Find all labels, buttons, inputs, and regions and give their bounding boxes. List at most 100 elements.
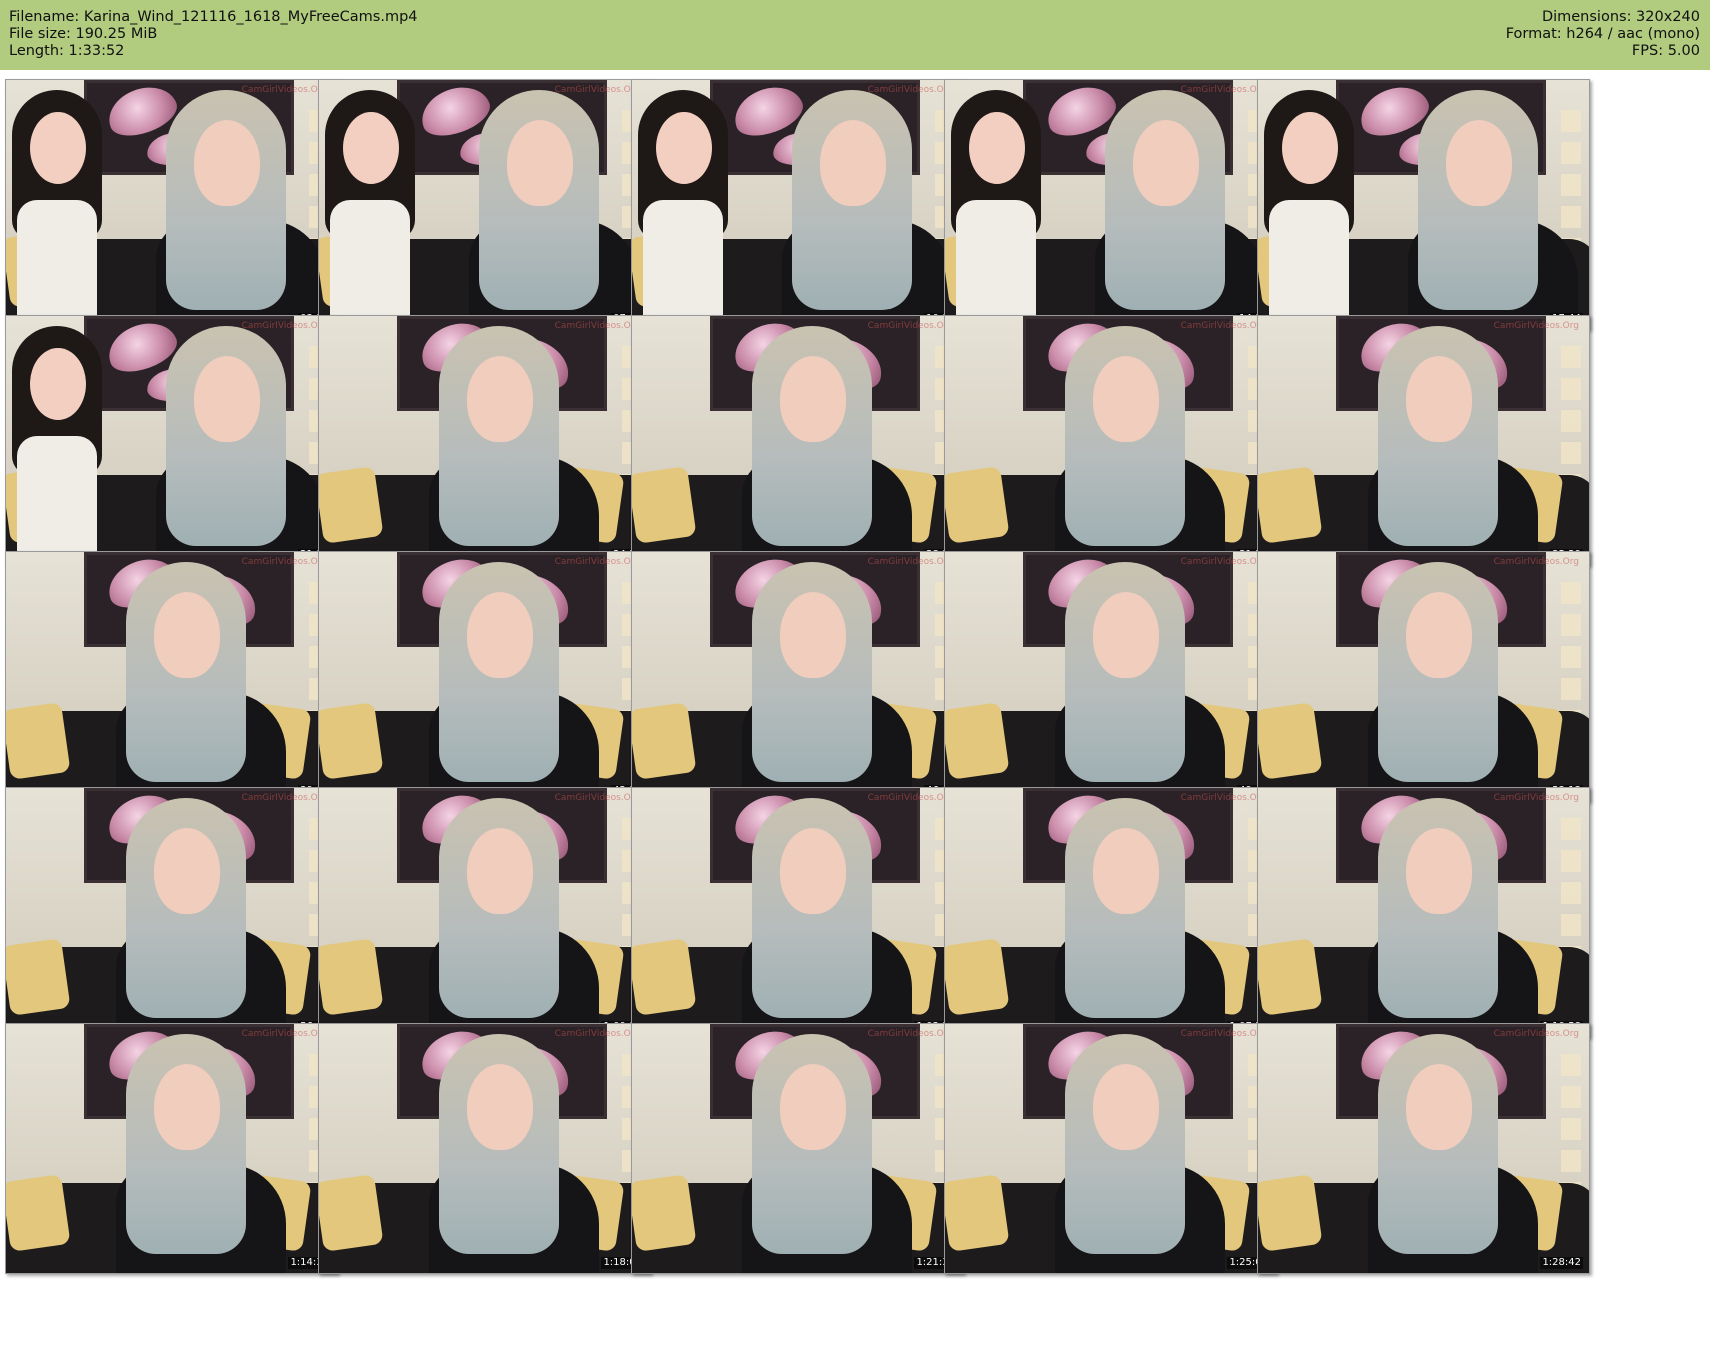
- thumbnail[interactable]: CamGirlVideos.Org35:29: [1257, 315, 1590, 566]
- person: [429, 326, 599, 565]
- second-person: [12, 326, 107, 556]
- watermark-text: CamGirlVideos.Org: [1493, 557, 1579, 567]
- pillow: [945, 1174, 1010, 1252]
- thumbnail[interactable]: CamGirlVideos.Org1:10:58: [1257, 787, 1590, 1038]
- thumbnail[interactable]: CamGirlVideos.Org1:00:19: [318, 787, 651, 1038]
- person: [742, 562, 912, 801]
- thumbnail[interactable]: CamGirlVideos.Org31:56: [944, 315, 1277, 566]
- pillow: [945, 466, 1010, 544]
- pillow: [945, 702, 1010, 780]
- watermark-text: CamGirlVideos.Org: [867, 557, 953, 567]
- pillow: [945, 938, 1010, 1016]
- timestamp-label: 1:28:42: [1540, 1257, 1583, 1269]
- watermark-text: CamGirlVideos.Org: [1180, 321, 1266, 331]
- second-person: [12, 90, 107, 320]
- thumbnail[interactable]: CamGirlVideos.Org07:05: [318, 79, 651, 330]
- watermark-text: CamGirlVideos.Org: [554, 321, 640, 331]
- person: [742, 326, 912, 565]
- thumbnail[interactable]: CamGirlVideos.Org28:23: [631, 315, 964, 566]
- person: [156, 326, 326, 565]
- thumbnail[interactable]: CamGirlVideos.Org 1:28:42: [1257, 1023, 1590, 1274]
- thumbnail[interactable]: CamGirlVideos.Org 1:25:09: [944, 1023, 1277, 1274]
- person: [1368, 562, 1538, 801]
- person: [156, 90, 326, 329]
- watermark-text: CamGirlVideos.Org: [554, 557, 640, 567]
- watermark-text: CamGirlVideos.Org: [1180, 793, 1266, 803]
- pillow: [6, 702, 71, 780]
- lamp-decoration: [1561, 110, 1581, 260]
- person: [116, 1034, 286, 1273]
- watermark-text: CamGirlVideos.Org: [1493, 793, 1579, 803]
- thumbnail[interactable]: 17:44: [1257, 79, 1590, 330]
- lamp-decoration: [1561, 1054, 1581, 1204]
- thumbnail[interactable]: CamGirlVideos.Org49:40: [944, 551, 1277, 802]
- thumbnail-grid: CamGirlVideos.Org03:32CamGirlVideos.Org0…: [0, 0, 1710, 1370]
- pillow: [632, 938, 697, 1016]
- thumbnail[interactable]: CamGirlVideos.Org 1:21:37: [631, 1023, 964, 1274]
- thumbnail[interactable]: CamGirlVideos.Org39:02: [5, 551, 338, 802]
- pillow: [319, 938, 384, 1016]
- watermark-text: CamGirlVideos.Org: [1180, 1029, 1266, 1039]
- thumbnail[interactable]: CamGirlVideos.Org21:17: [5, 315, 338, 566]
- person: [1055, 326, 1225, 565]
- watermark-text: CamGirlVideos.Org: [1493, 1029, 1579, 1039]
- thumbnail[interactable]: CamGirlVideos.Org14:11: [944, 79, 1277, 330]
- watermark-text: CamGirlVideos.Org: [1180, 85, 1266, 95]
- pillow: [632, 1174, 697, 1252]
- second-person: [638, 90, 733, 320]
- person: [116, 562, 286, 801]
- pillow: [632, 702, 697, 780]
- thumbnail[interactable]: CamGirlVideos.Org46:07: [631, 551, 964, 802]
- thumbnail[interactable]: CamGirlVideos.Org03:32: [5, 79, 338, 330]
- watermark-text: CamGirlVideos.Org: [241, 793, 327, 803]
- pillow: [632, 466, 697, 544]
- watermark-text: CamGirlVideos.Org: [241, 85, 327, 95]
- pillow: [319, 1174, 384, 1252]
- watermark-text: CamGirlVideos.Org: [241, 321, 327, 331]
- thumbnail[interactable]: CamGirlVideos.Org42:34: [318, 551, 651, 802]
- watermark-text: CamGirlVideos.Org: [1180, 557, 1266, 567]
- watermark-text: CamGirlVideos.Org: [554, 85, 640, 95]
- pillow: [1258, 938, 1323, 1016]
- pillow: [1258, 702, 1323, 780]
- watermark-text: CamGirlVideos.Org: [554, 1029, 640, 1039]
- second-person: [1264, 90, 1359, 320]
- person: [469, 90, 639, 329]
- second-person: [951, 90, 1046, 320]
- pillow: [319, 466, 384, 544]
- pillow: [6, 938, 71, 1016]
- person: [1055, 562, 1225, 801]
- person: [1368, 326, 1538, 565]
- thumbnail[interactable]: CamGirlVideos.Org 1:18:04: [318, 1023, 651, 1274]
- thumbnail[interactable]: CamGirlVideos.Org10:38: [631, 79, 964, 330]
- watermark-text: CamGirlVideos.Org: [867, 85, 953, 95]
- person: [429, 562, 599, 801]
- lamp-decoration: [1561, 818, 1581, 968]
- watermark-text: CamGirlVideos.Org: [867, 1029, 953, 1039]
- person: [1095, 90, 1265, 329]
- person: [782, 90, 952, 329]
- pillow: [6, 1174, 71, 1252]
- lamp-decoration: [1561, 582, 1581, 732]
- thumbnail[interactable]: CamGirlVideos.Org53:13: [1257, 551, 1590, 802]
- person: [1055, 1034, 1225, 1273]
- watermark-text: CamGirlVideos.Org: [867, 321, 953, 331]
- person: [742, 798, 912, 1037]
- person: [429, 798, 599, 1037]
- person: [429, 1034, 599, 1273]
- watermark-text: CamGirlVideos.Org: [867, 793, 953, 803]
- pillow: [1258, 466, 1323, 544]
- second-person: [325, 90, 420, 320]
- person: [1055, 798, 1225, 1037]
- thumbnail[interactable]: CamGirlVideos.Org 1:14:31: [5, 1023, 338, 1274]
- lamp-decoration: [1561, 346, 1581, 496]
- thumbnail[interactable]: CamGirlVideos.Org24:50: [318, 315, 651, 566]
- person: [1368, 798, 1538, 1037]
- watermark-text: CamGirlVideos.Org: [241, 557, 327, 567]
- watermark-text: CamGirlVideos.Org: [554, 793, 640, 803]
- thumbnail[interactable]: CamGirlVideos.Org56:46: [5, 787, 338, 1038]
- thumbnail[interactable]: CamGirlVideos.Org1:03:52: [631, 787, 964, 1038]
- pillow: [319, 702, 384, 780]
- person: [116, 798, 286, 1037]
- thumbnail[interactable]: CamGirlVideos.Org1:07:25: [944, 787, 1277, 1038]
